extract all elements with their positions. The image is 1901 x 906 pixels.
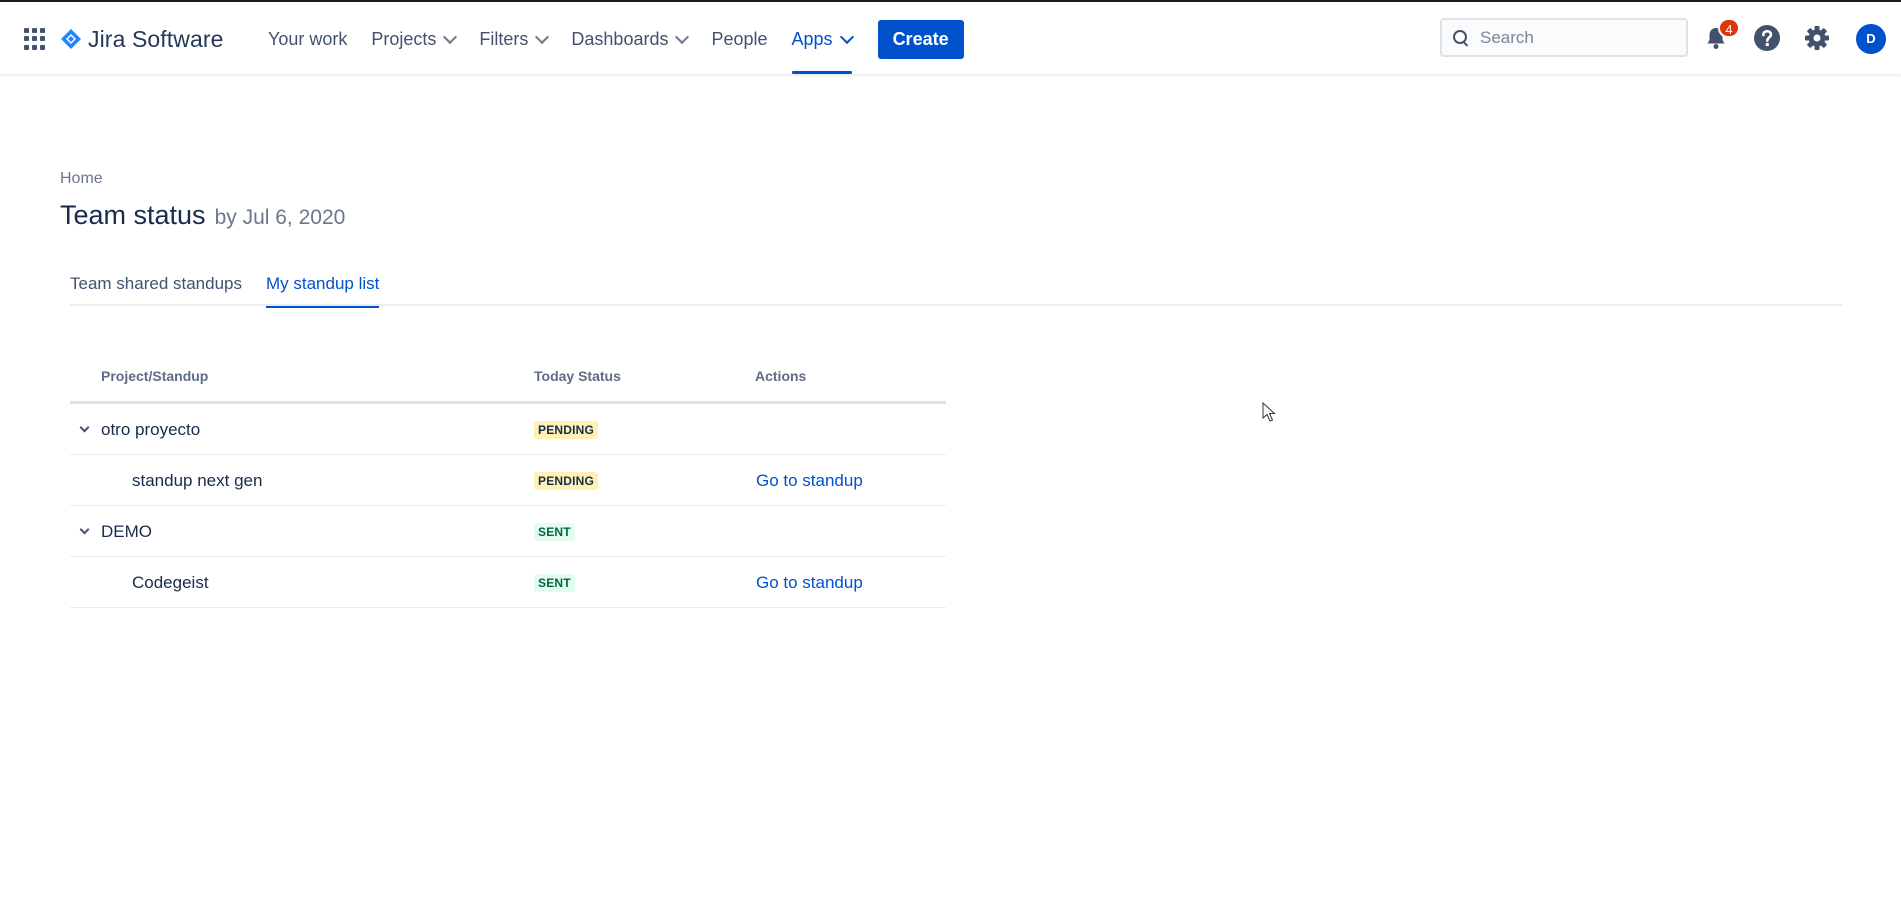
standup-row: Codegeist SENT Go to standup <box>70 557 946 608</box>
top-navigation: Jira Software Your work Projects Filters Da… <box>0 2 1901 74</box>
tab-my-standup-list[interactable]: My standup list <box>266 274 380 308</box>
expand-chevron-icon[interactable] <box>79 422 90 432</box>
settings-gear-icon[interactable] <box>1801 22 1833 54</box>
breadcrumb-home[interactable]: Home <box>60 170 103 188</box>
expand-chevron-icon[interactable] <box>79 524 90 534</box>
status-badge: SENT <box>534 573 575 592</box>
go-to-standup-link[interactable]: Go to standup <box>756 573 863 593</box>
status-badge: PENDING <box>534 471 599 490</box>
column-header-status: Today Status <box>534 368 621 384</box>
app-name: Jira Software <box>88 25 224 52</box>
nav-item-apps[interactable]: Apps <box>780 4 864 74</box>
search-icon <box>1452 29 1470 47</box>
page-subtitle-date: by Jul 6, 2020 <box>214 206 346 229</box>
standup-name: standup next gen <box>132 470 263 490</box>
nav-item-people[interactable]: People <box>699 4 779 74</box>
nav-item-filters[interactable]: Filters <box>467 4 559 74</box>
page-header: Team status by Jul 6, 2020 <box>60 200 345 231</box>
help-icon[interactable] <box>1751 22 1783 54</box>
create-button[interactable]: Create <box>877 19 964 59</box>
nav-item-projects[interactable]: Projects <box>359 4 467 74</box>
app-switcher-grid-icon[interactable] <box>24 28 46 50</box>
chevron-down-icon <box>535 29 550 45</box>
jira-diamond-icon <box>61 29 81 49</box>
tab-team-shared-standups[interactable]: Team shared standups <box>70 274 242 306</box>
nav-item-label: People <box>711 28 768 49</box>
status-badge: PENDING <box>534 420 599 439</box>
go-to-standup-link[interactable]: Go to standup <box>756 471 863 491</box>
column-header-project: Project/Standup <box>101 368 209 384</box>
standup-name: Codegeist <box>132 572 209 592</box>
table-body: otro proyecto PENDING standup next gen PEND… <box>70 404 946 608</box>
project-name: otro proyecto <box>101 419 201 439</box>
project-name: DEMO <box>101 521 152 541</box>
nav-item-label: Filters <box>479 28 529 49</box>
standup-row: standup next gen PENDING Go to standup <box>70 455 946 506</box>
chevron-down-icon <box>839 29 854 45</box>
primary-nav: Your work Projects Filters Dashboards People… <box>256 4 964 74</box>
status-badge: SENT <box>534 522 575 541</box>
search-box[interactable] <box>1440 18 1688 57</box>
standup-table: Project/Standup Today Status Actions otr… <box>70 352 946 608</box>
chevron-down-icon <box>675 29 690 45</box>
project-row: otro proyecto PENDING <box>70 404 946 455</box>
nav-item-your-work[interactable]: Your work <box>256 4 359 74</box>
chevron-down-icon <box>443 29 458 45</box>
page-title: Team status <box>60 200 206 230</box>
nav-item-dashboards[interactable]: Dashboards <box>559 4 699 74</box>
column-header-actions: Actions <box>755 368 807 384</box>
jira-logo[interactable]: Jira Software <box>60 24 224 54</box>
nav-item-label: Your work <box>268 28 348 49</box>
nav-item-label: Dashboards <box>571 28 669 49</box>
mouse-pointer-icon <box>1262 402 1276 422</box>
table-header: Project/Standup Today Status Actions <box>70 352 946 404</box>
nav-item-label: Projects <box>371 28 437 49</box>
notification-count-badge: 4 <box>1718 18 1740 38</box>
search-input[interactable] <box>1480 27 1680 48</box>
project-row: DEMO SENT <box>70 506 946 557</box>
user-avatar[interactable]: D <box>1856 24 1886 54</box>
nav-item-label: Apps <box>791 28 833 49</box>
standup-tabs: Team shared standups My standup list <box>70 274 1842 308</box>
